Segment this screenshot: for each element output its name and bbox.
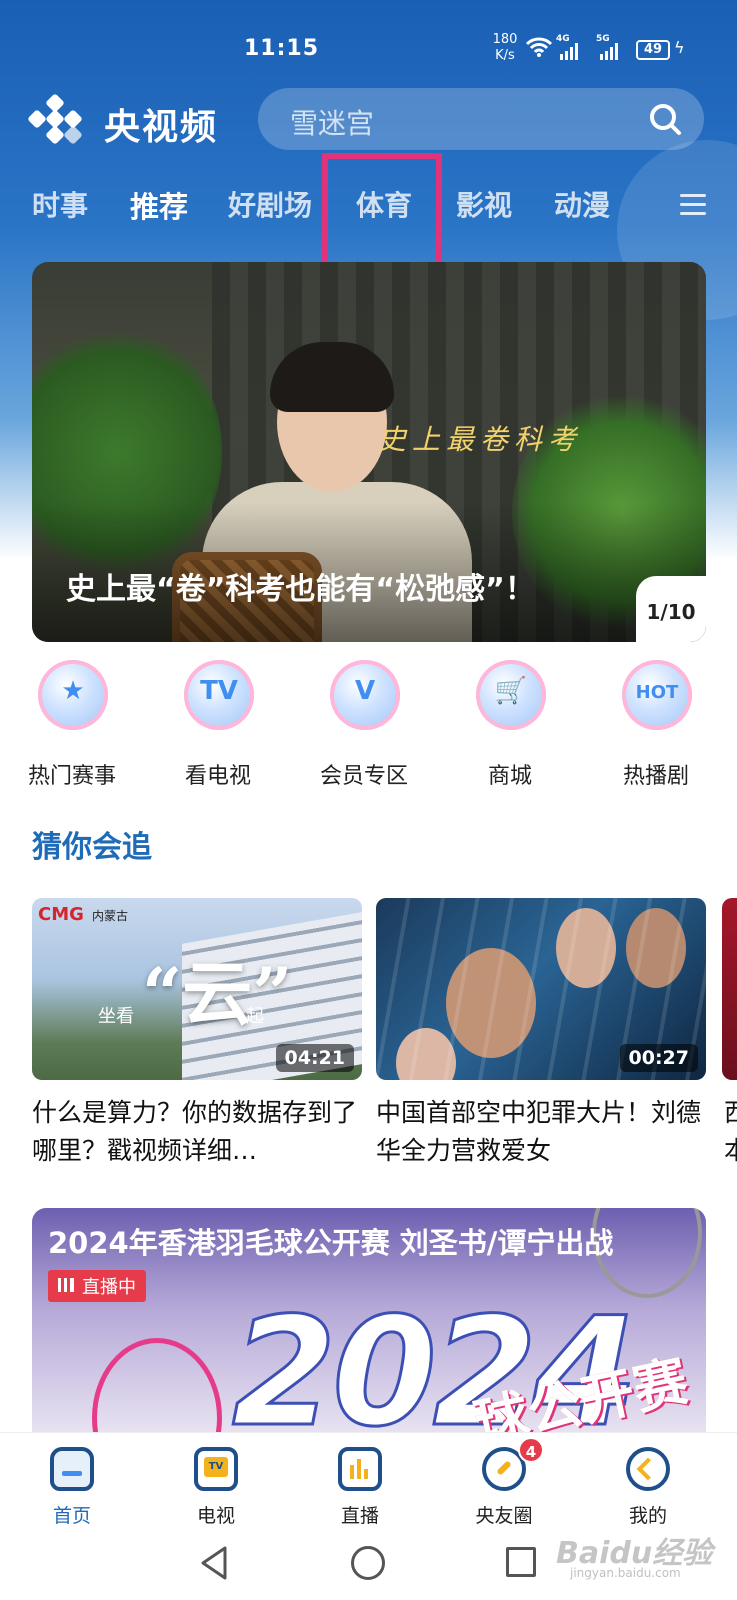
net-speed-value: 180 — [492, 32, 518, 47]
featured-banner[interactable]: 史上最卷科考 史上最“卷”科考也能有“松弛感”！ 1/10 — [32, 262, 706, 642]
live-badge: 直播中 — [48, 1270, 146, 1302]
notification-badge: 4 — [518, 1437, 544, 1463]
video-thumbnail[interactable]: CMG 内蒙古 “云” 坐看 起 04:21 — [32, 898, 362, 1080]
live-banner[interactable]: 2024 球公开赛 2024年香港羽毛球公开赛 刘圣书/谭宁出战 直播中 — [32, 1208, 706, 1432]
vip-icon: V — [330, 660, 400, 730]
recent-apps-icon[interactable] — [506, 1547, 536, 1577]
nav-label: 首页 — [52, 1505, 91, 1527]
search-input[interactable]: 雪迷宫 — [290, 102, 374, 142]
tv-icon: TV — [184, 660, 254, 730]
tab-drama[interactable]: 好剧场 — [228, 184, 312, 224]
trophy-icon: ★ — [38, 660, 108, 730]
charging-icon: ϟ — [674, 38, 685, 57]
banner-counter: 1/10 — [636, 576, 706, 642]
shortcut-label: 会员专区 — [319, 764, 408, 789]
cart-icon: 🛒 — [476, 660, 546, 730]
nav-tv[interactable]: TV 电视 — [166, 1443, 266, 1531]
back-icon[interactable] — [200, 1546, 228, 1580]
nav-label: 我的 — [628, 1505, 667, 1527]
tab-anime[interactable]: 动漫 — [554, 184, 610, 224]
shortcut-hot-events[interactable]: ★ 热门赛事 — [12, 660, 132, 790]
tab-current-affairs[interactable]: 时事 — [32, 184, 88, 224]
app-title: 央视频 — [104, 107, 219, 148]
video-title-peek: 西本 — [724, 1098, 737, 1165]
video-card-peek[interactable] — [722, 898, 737, 1080]
nav-me[interactable]: 我的 — [598, 1443, 698, 1531]
shortcut-label: 热播剧 — [622, 764, 689, 789]
thumb-left-word: 坐看 — [98, 1006, 134, 1027]
video-duration: 04:21 — [275, 1044, 354, 1072]
nav-live[interactable]: 直播 — [310, 1443, 410, 1531]
nav-label: 央友圈 — [475, 1505, 533, 1527]
home-button-icon[interactable] — [351, 1546, 385, 1580]
profile-icon — [626, 1447, 670, 1491]
shortcut-label: 商城 — [487, 764, 532, 789]
net-speed: 180 K/s — [490, 32, 520, 64]
cmg-logo: CMG — [38, 904, 84, 925]
nav-label: 直播 — [340, 1505, 379, 1527]
search-bar[interactable]: 雪迷宫 — [258, 88, 704, 150]
shortcut-hot-drama[interactable]: HOT 热播剧 — [596, 660, 716, 790]
hot-icon: HOT — [622, 660, 692, 730]
live-badge-label: 直播中 — [82, 1277, 136, 1298]
thumb-right-word: 起 — [246, 1006, 264, 1027]
bottom-nav: 首页 TV 电视 直播 4 央友圈 我的 — [0, 1432, 737, 1530]
live-title: 2024年香港羽毛球公开赛 刘圣书/谭宁出战 — [48, 1226, 614, 1260]
tv-icon: TV — [194, 1447, 238, 1491]
tab-recommend[interactable]: 推荐 — [130, 184, 188, 226]
status-time: 11:15 — [244, 36, 320, 61]
app-logo — [27, 93, 83, 145]
video-title[interactable]: 什么是算力？你的数据存到了哪里？戳视频详细… — [32, 1094, 362, 1170]
video-title[interactable]: 中国首部空中犯罪大片！刘德华全力营救爱女 — [376, 1094, 706, 1170]
shortcut-label: 热门赛事 — [27, 764, 116, 789]
status-bar: 11:15 180 K/s 4G 5G 49 ϟ — [244, 32, 685, 64]
home-icon — [50, 1447, 94, 1491]
nav-home[interactable]: 首页 — [22, 1443, 122, 1531]
live-chart-icon — [338, 1447, 382, 1491]
banner-overlay-text: 史上最卷科考 — [378, 423, 583, 456]
shortcut-vip[interactable]: V 会员专区 — [304, 660, 424, 790]
banner-title: 史上最“卷”科考也能有“松弛感”！ — [66, 572, 535, 607]
thumb-region: 内蒙古 — [92, 909, 129, 923]
video-duration: 00:27 — [619, 1044, 698, 1072]
badminton-racket-graphic — [92, 1338, 222, 1432]
shortcut-watch-tv[interactable]: TV 看电视 — [158, 660, 278, 790]
live-bars-icon — [58, 1278, 74, 1292]
banner-person-hair — [270, 342, 394, 412]
video-thumbnail[interactable]: 00:27 — [376, 898, 706, 1080]
nav-label: 电视 — [196, 1505, 235, 1527]
net-speed-unit: K/s — [495, 48, 515, 63]
shortcut-label: 看电视 — [184, 764, 251, 789]
tab-menu-icon[interactable] — [680, 194, 706, 216]
nav-friends[interactable]: 4 央友圈 — [454, 1437, 554, 1531]
section-title: 猜你会追 — [32, 830, 152, 865]
search-icon[interactable] — [648, 102, 682, 136]
watermark-sub: jingyan.baidu.com — [570, 1566, 681, 1580]
shortcut-mall[interactable]: 🛒 商城 — [450, 660, 570, 790]
battery-icon: 49 — [636, 40, 670, 60]
tab-movies[interactable]: 影视 — [456, 184, 512, 224]
wifi-icon — [526, 37, 552, 57]
thumb-big-char: “云” — [142, 952, 293, 1035]
